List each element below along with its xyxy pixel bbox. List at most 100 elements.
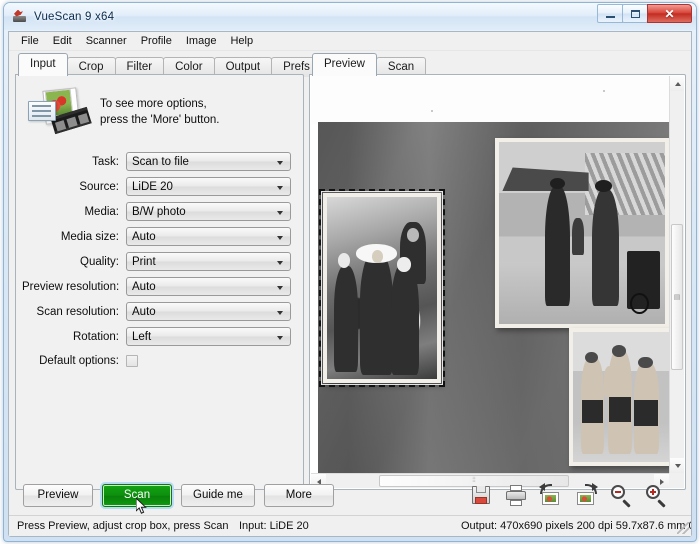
scan-resolution-select[interactable]: Auto: [126, 302, 291, 321]
window-title: VueScan 9 x64: [34, 11, 114, 23]
guide-me-button[interactable]: Guide me: [181, 484, 255, 507]
triangle-up-icon: [675, 82, 681, 86]
application-window: VueScan 9 x64 ✕ File Edit Scanner Profil…: [3, 2, 697, 542]
preview-viewport: ▤ ⦙⦙: [311, 76, 684, 488]
maximize-icon: [631, 10, 640, 18]
field-quality: Quality: Print: [22, 249, 291, 274]
save-icon[interactable]: [470, 484, 492, 506]
scan-background: [311, 76, 669, 124]
chevron-down-icon: [277, 261, 283, 265]
label-preview-resolution: Preview resolution:: [22, 281, 126, 293]
status-input: Input: LiDE 20: [231, 520, 453, 532]
rotation-value: Left: [132, 331, 151, 343]
close-button[interactable]: ✕: [647, 4, 692, 23]
field-rotation: Rotation: Left: [22, 324, 291, 349]
menu-profile[interactable]: Profile: [134, 33, 179, 49]
menu-file[interactable]: File: [14, 33, 46, 49]
vertical-scroll-thumb[interactable]: ▤: [671, 224, 683, 370]
hint-line-1: To see more options,: [100, 96, 219, 112]
preview-vertical-scrollbar[interactable]: ▤: [669, 76, 684, 473]
default-options-checkbox[interactable]: [126, 355, 138, 367]
input-tab-panel: To see more options, press the 'More' bu…: [15, 74, 304, 490]
chevron-down-icon: [277, 336, 283, 340]
chevron-down-icon: [277, 186, 283, 190]
media-select[interactable]: B/W photo: [126, 202, 291, 221]
label-media: Media:: [22, 206, 126, 218]
field-default-options: Default options:: [22, 349, 291, 373]
preview-resolution-value: Auto: [132, 281, 156, 293]
rotate-right-icon[interactable]: [575, 484, 597, 506]
preview-button[interactable]: Preview: [23, 484, 93, 507]
rotate-left-icon[interactable]: [540, 484, 562, 506]
maximize-button[interactable]: [622, 4, 648, 23]
menu-help[interactable]: Help: [223, 33, 260, 49]
status-hint: Press Preview, adjust crop box, press Sc…: [9, 520, 231, 532]
action-buttons: Preview Scan Guide me More: [9, 484, 334, 507]
media-size-value: Auto: [132, 231, 156, 243]
chevron-down-icon: [277, 311, 283, 315]
field-media: Media: B/W photo: [22, 199, 291, 224]
zoom-out-icon[interactable]: [610, 484, 632, 506]
client-area: File Edit Scanner Profile Image Help Inp…: [8, 31, 692, 537]
more-options-hint: To see more options, press the 'More' bu…: [16, 75, 303, 145]
label-source: Source:: [22, 181, 126, 193]
preview-pane: Preview Scan: [309, 52, 691, 492]
status-output: Output: 470x690 pixels 200 dpi 59.7x87.6…: [453, 520, 691, 532]
label-task: Task:: [22, 156, 126, 168]
menu-bar: File Edit Scanner Profile Image Help: [9, 32, 691, 51]
quality-value: Print: [132, 256, 156, 268]
menu-scanner[interactable]: Scanner: [79, 33, 134, 49]
chevron-down-icon: [277, 236, 283, 240]
preview-tabstrip: Preview Scan: [309, 56, 686, 76]
tab-input[interactable]: Input: [18, 53, 68, 76]
preview-resolution-select[interactable]: Auto: [126, 277, 291, 296]
vuescan-illustration-icon: [28, 87, 90, 137]
title-bar: VueScan 9 x64 ✕: [4, 3, 696, 30]
action-bar: Preview Scan Guide me More: [9, 476, 691, 514]
field-preview-resolution: Preview resolution: Auto: [22, 274, 291, 299]
settings-pane: Input Crop Filter Color Output Prefs: [9, 52, 309, 492]
preview-tab-panel: ▤ ⦙⦙: [309, 74, 686, 490]
resize-grip-icon[interactable]: [677, 522, 689, 534]
label-rotation: Rotation:: [22, 331, 126, 343]
minimize-icon: [606, 16, 615, 18]
hint-line-2: press the 'More' button.: [100, 112, 219, 128]
label-scan-resolution: Scan resolution:: [22, 306, 126, 318]
scan-resolution-value: Auto: [132, 306, 156, 318]
more-button[interactable]: More: [264, 484, 334, 507]
field-media-size: Media size: Auto: [22, 224, 291, 249]
status-bar: Press Preview, adjust crop box, press Sc…: [9, 515, 691, 536]
zoom-in-icon[interactable]: [645, 484, 667, 506]
label-media-size: Media size:: [22, 231, 126, 243]
chevron-down-icon: [277, 286, 283, 290]
field-source: Source: LiDE 20: [22, 174, 291, 199]
triangle-down-icon: [675, 464, 681, 468]
quality-select[interactable]: Print: [126, 252, 291, 271]
scan-preview-image[interactable]: [311, 76, 669, 473]
source-select[interactable]: LiDE 20: [126, 177, 291, 196]
field-task: Task: Scan to file: [22, 149, 291, 174]
scroll-down-button[interactable]: [670, 458, 684, 473]
crop-selection-marquee[interactable]: [319, 189, 445, 387]
vuescan-logo-icon: [12, 9, 28, 25]
chevron-down-icon: [277, 211, 283, 215]
tab-preview[interactable]: Preview: [312, 53, 377, 76]
rotation-select[interactable]: Left: [126, 327, 291, 346]
task-select[interactable]: Scan to file: [126, 152, 291, 171]
scroll-up-button[interactable]: [670, 76, 684, 91]
menu-image[interactable]: Image: [179, 33, 224, 49]
label-quality: Quality:: [22, 256, 126, 268]
grip-icon: ▤: [674, 293, 681, 301]
main-split: Input Crop Filter Color Output Prefs: [9, 52, 691, 492]
photo-boys-swimming: [569, 328, 669, 466]
label-default-options: Default options:: [22, 355, 126, 367]
menu-edit[interactable]: Edit: [46, 33, 79, 49]
input-settings-form: Task: Scan to file Source: LiDE 20: [16, 145, 303, 373]
photo-two-women: [495, 138, 669, 328]
preview-toolbar: [470, 484, 691, 506]
close-icon: ✕: [664, 8, 674, 20]
print-icon[interactable]: [505, 484, 527, 506]
media-size-select[interactable]: Auto: [126, 227, 291, 246]
minimize-button[interactable]: [597, 4, 623, 23]
source-value: LiDE 20: [132, 181, 173, 193]
